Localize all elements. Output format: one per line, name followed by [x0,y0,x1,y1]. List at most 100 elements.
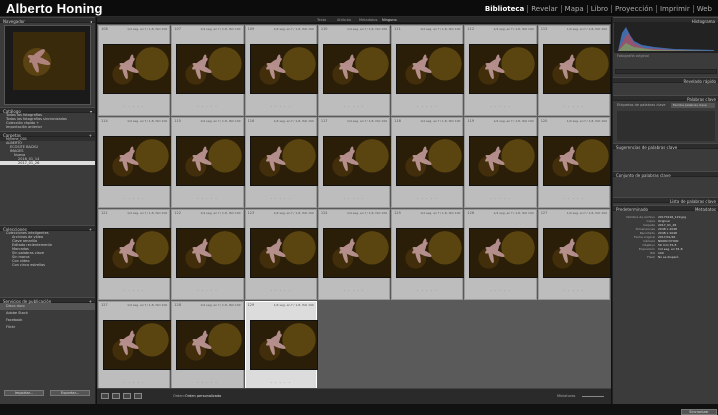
rating-stars[interactable]: · · · · · [99,380,169,385]
thumbnail-cell[interactable]: 127 1/4 seg. en f / 1,8, ISO 100 · · · · · [98,301,172,392]
rating-stars[interactable]: · · · · · [246,288,316,293]
publish-service[interactable]: Flickr [0,324,95,331]
thumbnail-cell[interactable]: 115 1/4 seg. en f / 1,8, ISO 100 · · · · · [171,117,246,208]
thumbnail-cell[interactable]: 108 1/4 seg. en f / 1,8, ISO 100 · · · · · [98,25,172,116]
thumbnail-cell[interactable]: 116 1/4 seg. en f / 1,8, ISO 100 · · · · · [244,117,319,208]
thumbnail-cell[interactable]: 121 1/4 seg. en f / 1,8, ISO 100 · · · · · [98,209,172,300]
rating-stars[interactable]: · · · · · [246,380,316,385]
rating-stars[interactable]: · · · · · [172,288,242,293]
navigator-header[interactable]: Navegador ◂ [0,17,95,24]
publish-service[interactable]: Adobe Stock [0,310,95,317]
rating-stars[interactable]: · · · · · [539,104,609,109]
thumbnail-cell[interactable]: 124 1/4 seg. en f / 1,8, ISO 100 · · · · · [317,209,392,300]
thumbnail-exposure: 1/4 seg. en f / 1,8, ISO 100 [200,303,241,307]
thumbnail-cell[interactable]: 118 1/4 seg. en f / 1,8, ISO 100 · · · · · [391,117,465,208]
keyword-list-header[interactable]: Lista de palabras clave [613,197,718,204]
rating-stars[interactable]: · · · · · [246,196,316,201]
left-panel: Navegador ◂ Catálogo ▾ Todas las fotografí… [0,17,96,404]
module-proyeccion[interactable]: Proyección [611,5,656,13]
rating-stars[interactable]: · · · · · [172,104,242,109]
thumbnail-index: 111 [394,27,401,31]
thumbnail-cell[interactable]: 122 1/4 seg. en f / 1,8, ISO 100 · · · · · [171,209,246,300]
rating-stars[interactable]: · · · · · [99,196,169,201]
navigator-preview[interactable] [4,25,91,105]
thumbnail-cell[interactable]: 112 1/4 seg. en f / 1,8, ISO 100 · · · · · [464,25,539,116]
rating-stars[interactable]: · · · · · [319,196,389,201]
thumbnail-exposure: 1/4 seg. en f / 1,8, ISO 100 [273,303,314,307]
rating-stars[interactable]: · · · · · [392,196,462,201]
thumbnail-cell[interactable]: 107 1/4 seg. en f / 1,8, ISO 100 · · · · · [171,25,246,116]
filter-metadata[interactable]: Metadatos [359,18,377,22]
keyword-suggestions-header[interactable]: Sugerencias de palabras clave [613,143,718,150]
flower-photo [322,136,392,186]
thumbnail-index: 117 [320,119,328,123]
compare-view-icon[interactable] [123,393,131,399]
keywording-header[interactable]: Palabras clave [613,95,718,102]
identity-plate: Alberto Honing [6,1,103,16]
thumbnail-cell[interactable]: 110 1/4 seg. en f / 1,8, ISO 100 · · · · · [317,25,392,116]
quick-develop-header[interactable]: Revelado rápido [613,77,718,84]
rating-stars[interactable]: · · · · · [246,104,316,109]
thumbnail-exposure: 1/4 seg. en f / 1,8, ISO 100 [273,211,314,215]
quick-develop-preset-bar[interactable] [615,69,717,74]
import-button[interactable]: Importar... [4,390,44,396]
module-imprimir[interactable]: Imprimir [655,5,693,13]
thumbnail-cell[interactable]: 129 1/4 seg. en f / 1,8, ISO 100 · · · · · [244,301,319,392]
thumbnail-cell[interactable]: 123 1/4 seg. en f / 1,8, ISO 100 · · · · · [244,209,319,300]
thumbnail-exposure: 1/4 seg. en f / 1,8, ISO 100 [200,211,241,215]
metadata-header[interactable]: Predeterminado Metadatos [613,205,718,212]
module-biblioteca[interactable]: Biblioteca [482,5,527,13]
publish-service[interactable]: Disco duro [0,303,95,310]
rating-stars[interactable]: · · · · · [539,288,609,293]
filter-text[interactable]: Texto [317,18,326,22]
rating-stars[interactable]: · · · · · [465,104,535,109]
rating-stars[interactable]: · · · · · [172,380,242,385]
thumbnail-cell[interactable]: 119 1/4 seg. en f / 1,8, ISO 100 · · · · · [464,117,539,208]
thumbnail-cell[interactable]: 126 1/4 seg. en f / 1,8, ISO 100 · · · · · [464,209,539,300]
rating-stars[interactable]: · · · · · [319,104,389,109]
rating-stars[interactable]: · · · · · [99,288,169,293]
thumbnail-cell[interactable]: 111 1/4 seg. en f / 1,8, ISO 100 · · · · · [391,25,465,116]
thumbnail-cell[interactable]: 120 1/4 seg. en f / 1,8, ISO 100 · · · · · [537,117,612,208]
flower-photo [176,44,246,94]
sort-select[interactable]: Orden personalizado [185,394,221,398]
grid-view-icon[interactable] [101,393,109,399]
catalog-item[interactable]: Importación anterior [0,125,95,129]
thumbnail-cell[interactable]: 113 1/4 seg. en f / 1,8, ISO 100 · · · · · [537,25,612,116]
thumbnail-cell[interactable]: 128 1/4 seg. en f / 1,8, ISO 100 · · · · · [171,301,246,392]
thumbnail-cell[interactable]: 109 1/4 seg. en f / 1,8, ISO 100 · · · · · [244,25,319,116]
thumbnail-cell[interactable]: 127 1/4 seg. en f / 1,8, ISO 100 · · · · · [537,209,612,300]
module-web[interactable]: Web [692,5,715,13]
keyword-text-area[interactable] [617,111,715,141]
rating-stars[interactable]: · · · · · [99,104,169,109]
thumbnail-cell[interactable]: 125 1/4 seg. en f / 1,8, ISO 100 · · · · · [391,209,465,300]
keyword-set-header[interactable]: Conjunto de palabras clave [613,171,718,178]
rating-stars[interactable]: · · · · · [392,288,462,293]
module-mapa[interactable]: Mapa [560,5,587,13]
thumbnail-size-slider[interactable] [582,396,604,397]
thumbnail-exposure: 1/4 seg. en f / 1,8, ISO 100 [273,119,314,123]
flower-photo [103,136,172,186]
module-libro[interactable]: Libro [586,5,611,13]
thumbnail-exposure: 1/4 seg. en f / 1,8, ISO 100 [346,119,388,123]
rating-stars[interactable]: · · · · · [172,196,242,201]
filter-attribute[interactable]: Atributo [337,18,351,22]
rating-stars[interactable]: · · · · · [539,196,609,201]
sync-metadata-button[interactable]: Sincronizar [681,409,717,415]
export-button[interactable]: Exportar... [50,390,90,396]
filter-none[interactable]: Ninguno [382,18,397,22]
loupe-view-icon[interactable] [112,393,120,399]
thumbnail-cell[interactable]: 114 1/4 seg. en f / 1,8, ISO 100 · · · · · [98,117,172,208]
rating-stars[interactable]: · · · · · [319,288,389,293]
module-revelar[interactable]: Revelar [527,5,560,13]
rating-stars[interactable]: · · · · · [392,104,462,109]
grid-toolbar: Orden: Orden personalizado Miniaturas [97,388,611,404]
original-photo-label: Fotografía original [617,54,649,58]
thumbnail-cell[interactable]: 117 1/4 seg. en f / 1,8, ISO 100 · · · · · [317,117,392,208]
rating-stars[interactable]: · · · · · [465,196,535,201]
survey-view-icon[interactable] [134,393,142,399]
publish-service[interactable]: Facebook [0,317,95,324]
keyword-input[interactable]: Escriba palabras clave [671,103,715,108]
rating-stars[interactable]: · · · · · [465,288,535,293]
thumbnail-exposure: 1/4 seg. en f / 1,8, ISO 100 [346,211,388,215]
